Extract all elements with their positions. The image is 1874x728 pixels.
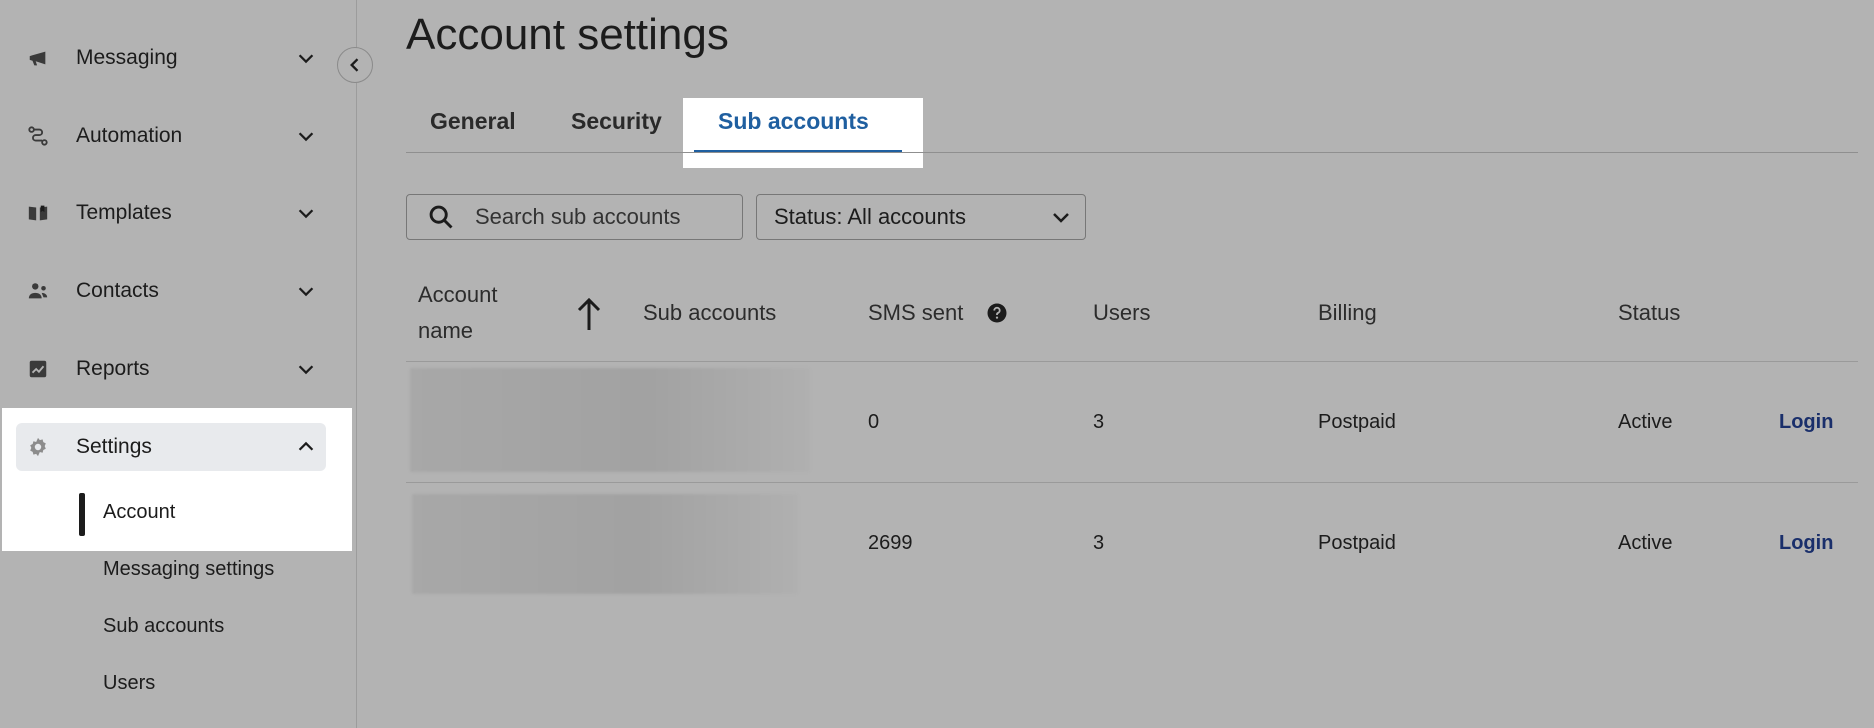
book-icon bbox=[16, 202, 60, 224]
gear-icon bbox=[16, 436, 60, 458]
column-header-billing: Billing bbox=[1318, 300, 1377, 325]
chevron-down-icon bbox=[1049, 205, 1085, 229]
chevron-up-icon[interactable] bbox=[286, 436, 326, 458]
column-header-account-name-line2[interactable]: name bbox=[418, 318, 473, 344]
page-title: Account settings bbox=[406, 10, 729, 59]
sidebar-item-label: Automation bbox=[76, 124, 183, 147]
chevron-down-icon[interactable] bbox=[286, 358, 326, 380]
sidebar-item-automation[interactable]: Automation bbox=[16, 112, 326, 160]
row-sms-sent: 2699 bbox=[868, 532, 913, 554]
status-filter-value: Status: All accounts bbox=[774, 204, 966, 229]
row-billing: Postpaid bbox=[1318, 532, 1396, 554]
row-billing: Postpaid bbox=[1318, 411, 1396, 433]
chevron-down-icon[interactable] bbox=[286, 125, 326, 147]
sidebar-subitem-messaging-settings[interactable]: Messaging settings bbox=[103, 558, 274, 581]
login-link[interactable]: Login bbox=[1779, 411, 1833, 434]
tab-security[interactable]: Security bbox=[571, 108, 662, 135]
column-header-status: Status bbox=[1618, 300, 1681, 325]
row-status: Active bbox=[1618, 411, 1673, 433]
chevron-down-icon[interactable] bbox=[286, 280, 326, 302]
row-users: 3 bbox=[1093, 532, 1105, 554]
chevron-down-icon[interactable] bbox=[286, 47, 326, 69]
redacted-account-name bbox=[412, 494, 798, 594]
sidebar-item-label: Reports bbox=[76, 357, 150, 380]
row-users: 3 bbox=[1093, 411, 1105, 433]
search-icon bbox=[407, 203, 455, 231]
sidebar-item-label: Settings bbox=[76, 435, 152, 458]
column-header-users: Users bbox=[1093, 300, 1151, 325]
collapse-sidebar-button[interactable] bbox=[337, 47, 373, 83]
chart-icon bbox=[16, 358, 60, 380]
sidebar-subitem-account[interactable]: Account bbox=[103, 501, 175, 524]
sort-ascending-icon[interactable] bbox=[574, 296, 604, 332]
table-row-divider bbox=[406, 482, 1858, 483]
column-header-sub-accounts: Sub accounts bbox=[643, 300, 777, 325]
login-link[interactable]: Login bbox=[1779, 532, 1833, 555]
sidebar-item-label: Templates bbox=[76, 201, 172, 224]
tabs-divider bbox=[406, 152, 1858, 153]
chevron-down-icon[interactable] bbox=[286, 202, 326, 224]
automation-icon bbox=[16, 125, 60, 147]
sidebar-item-settings[interactable]: Settings bbox=[16, 423, 326, 471]
help-icon[interactable] bbox=[987, 303, 1007, 323]
row-sms-sent: 0 bbox=[868, 411, 880, 433]
table-header-divider bbox=[406, 361, 1858, 362]
column-header-account-name[interactable]: Account bbox=[418, 282, 498, 308]
sidebar: Messaging Automation Templates Contacts bbox=[0, 0, 357, 728]
sidebar-subitem-sub-accounts[interactable]: Sub accounts bbox=[103, 615, 224, 638]
sidebar-item-label: Messaging bbox=[76, 46, 178, 69]
sidebar-item-label: Contacts bbox=[76, 279, 159, 302]
sidebar-item-contacts[interactable]: Contacts bbox=[16, 267, 326, 315]
search-input[interactable] bbox=[473, 203, 717, 231]
contacts-icon bbox=[16, 280, 60, 302]
sidebar-item-templates[interactable]: Templates bbox=[16, 189, 326, 237]
column-header-sms-sent: SMS sent bbox=[868, 300, 964, 325]
megaphone-icon bbox=[16, 47, 60, 69]
search-field[interactable] bbox=[406, 194, 743, 240]
active-indicator bbox=[79, 493, 85, 536]
tab-sub-accounts[interactable]: Sub accounts bbox=[718, 108, 869, 135]
chevron-left-icon bbox=[345, 55, 365, 75]
sidebar-item-reports[interactable]: Reports bbox=[16, 345, 326, 393]
row-status: Active bbox=[1618, 532, 1673, 554]
status-filter-select[interactable]: Status: All accounts bbox=[756, 194, 1086, 240]
redacted-account-name bbox=[410, 368, 810, 472]
sidebar-subitem-users[interactable]: Users bbox=[103, 672, 155, 695]
tab-general[interactable]: General bbox=[430, 108, 516, 135]
sidebar-item-messaging[interactable]: Messaging bbox=[16, 34, 326, 82]
